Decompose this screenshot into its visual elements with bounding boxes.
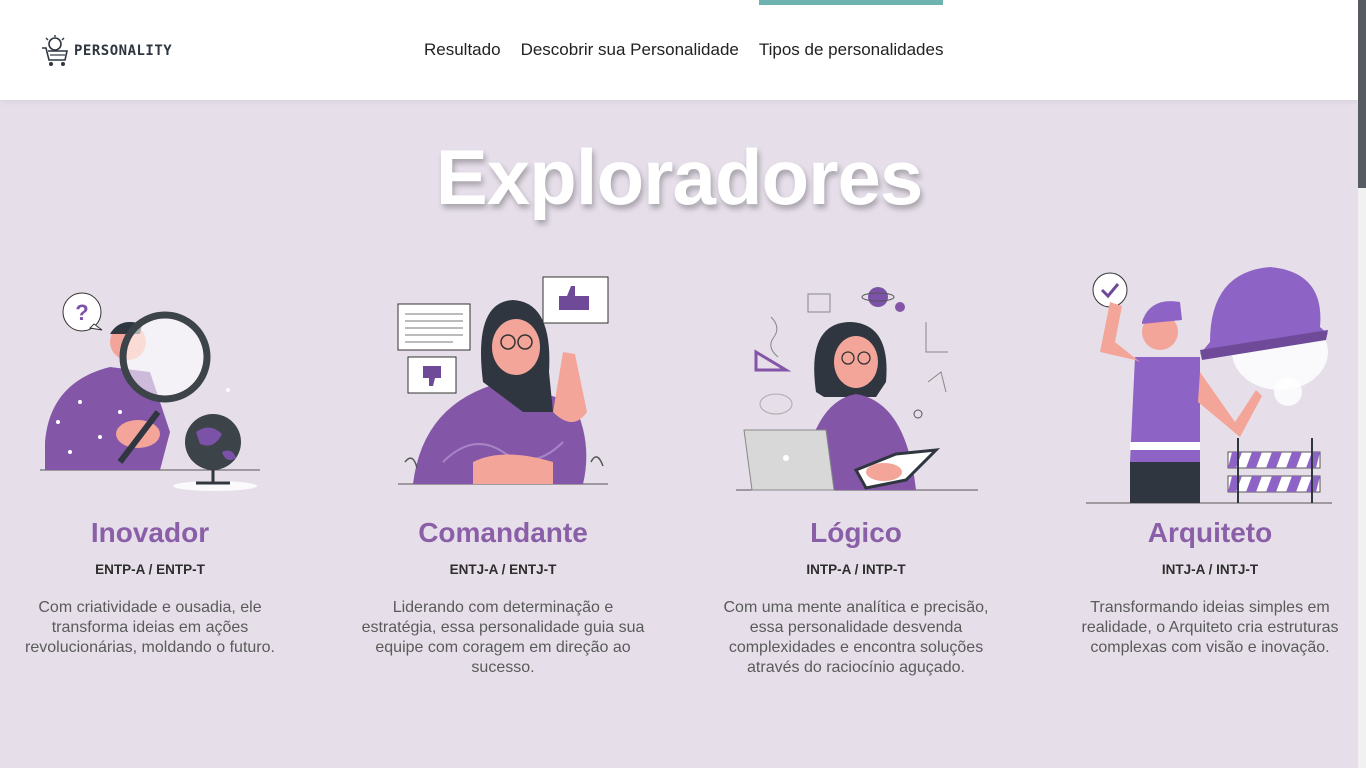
builder-helmet-illustration: [1086, 267, 1332, 504]
main-nav: Resultado Descobrir sua Personalidade Ti…: [424, 0, 963, 100]
svg-text:?: ?: [75, 300, 88, 325]
card-inovador: ? Inovador ENTP-A / ENTP-T Com criativid…: [0, 262, 300, 658]
scrollbar-thumb[interactable]: [1358, 0, 1366, 188]
card-description: Com uma mente analítica e precisão, essa…: [723, 599, 989, 676]
card-code: ENTJ-A / ENTJ-T: [449, 562, 557, 577]
card-logico: Lógico INTP-A / INTP-T Com uma mente ana…: [706, 262, 1006, 678]
nav-descobrir[interactable]: Descobrir sua Personalidade: [521, 0, 739, 100]
nav-resultado[interactable]: Resultado: [424, 0, 501, 100]
magnifier-globe-illustration: ?: [40, 292, 260, 491]
card-code: ENTP-A / ENTP-T: [95, 562, 205, 577]
leader-thumbs-illustration: [397, 276, 609, 485]
logo[interactable]: PERSONALITY: [40, 33, 172, 69]
card-title: Lógico: [810, 517, 902, 548]
scientist-laptop-illustration: [736, 287, 978, 491]
site-header: PERSONALITY Resultado Descobrir sua Pers…: [0, 0, 1358, 100]
lightbulb-cart-icon: [42, 35, 68, 66]
card-title: Comandante: [418, 517, 588, 548]
card-description: Com criatividade e ousadia, ele transfor…: [25, 599, 275, 656]
card-title: Arquiteto: [1147, 517, 1273, 548]
card-comandante: Comandante ENTJ-A / ENTJ-T Liderando com…: [353, 262, 653, 678]
card-title: Inovador: [90, 517, 210, 548]
card-code: INTJ-A / INTJ-T: [1161, 562, 1259, 577]
logo-text: PERSONALITY: [74, 43, 173, 59]
card-description: Transformando ideias simples em realidad…: [1081, 599, 1339, 656]
nav-tipos[interactable]: Tipos de personalidades: [758, 0, 943, 100]
card-description: Liderando com determinação e estratégia,…: [361, 599, 645, 676]
page-title: Exploradores: [435, 133, 924, 221]
card-arquiteto: Arquiteto INTJ-A / INTJ-T Transformando …: [1060, 262, 1360, 658]
card-code: INTP-A / INTP-T: [806, 562, 906, 577]
